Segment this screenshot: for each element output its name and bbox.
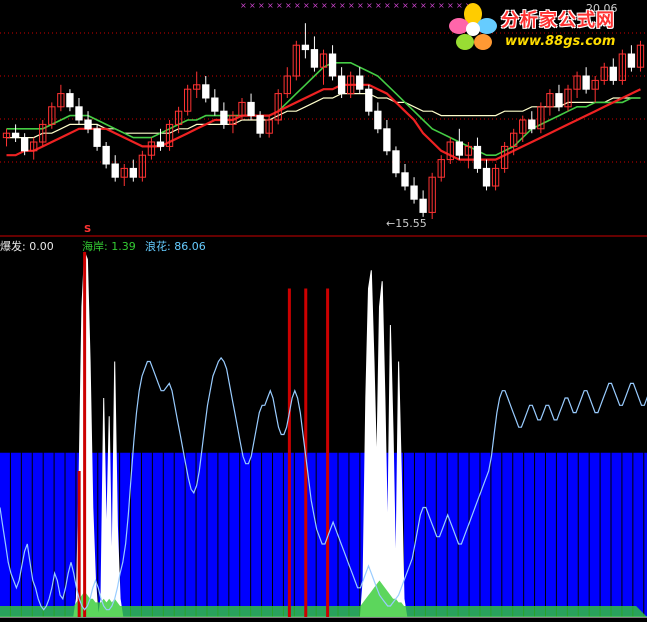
haian-bar <box>535 452 545 617</box>
logo-name: 分析家公式网 <box>501 10 615 31</box>
haian-bar <box>502 452 513 617</box>
haian-bar <box>10 452 21 617</box>
site-logo: 分析家公式网 www.88gs.com <box>445 2 645 54</box>
haian-label: 海岸: 1.39 <box>82 240 136 253</box>
haian-bar <box>567 452 578 617</box>
haian-bar <box>272 452 283 617</box>
haian-bar <box>131 452 141 617</box>
haian-bar <box>556 452 567 617</box>
haian-bar <box>174 452 185 617</box>
haian-bars <box>0 452 647 617</box>
haian-bar <box>338 452 349 617</box>
haian-bar <box>633 452 644 617</box>
haian-bar <box>600 452 611 617</box>
haian-bar <box>436 452 447 617</box>
haian-bar <box>458 452 469 617</box>
logo-url: www.88gs.com <box>505 34 616 49</box>
signal-bar <box>83 252 87 617</box>
haian-bar <box>349 452 360 617</box>
chart-window: ×××××××××××××××××××××××××× 20.06 ←15.55 … <box>0 0 647 622</box>
burst-label: 爆发: 0.00 <box>0 240 54 253</box>
haian-bar <box>163 452 174 617</box>
haian-bar <box>240 452 251 617</box>
haian-bar <box>480 452 491 617</box>
haian-bar <box>425 452 436 617</box>
haian-bar <box>578 452 589 617</box>
haian-bar <box>120 452 131 617</box>
low-price-label: ←15.55 <box>386 217 427 230</box>
haian-bar <box>218 452 229 617</box>
haian-bar <box>491 452 502 617</box>
langhua-label: 浪花: 86.06 <box>145 240 206 253</box>
haian-bar <box>447 452 458 617</box>
haian-bar <box>185 452 196 617</box>
haian-bar <box>229 452 240 617</box>
signal-bar <box>326 288 330 617</box>
haian-bar <box>513 452 524 617</box>
haian-bar <box>207 452 218 617</box>
haian-bar <box>32 452 43 617</box>
haian-bar <box>152 452 163 617</box>
haian-bar <box>622 452 633 617</box>
indicator-chart <box>0 251 647 618</box>
haian-bar <box>524 452 535 617</box>
haian-bar <box>469 452 480 617</box>
flower-icon <box>449 3 497 50</box>
signal-mark: S <box>84 224 92 235</box>
haian-bar <box>43 452 54 617</box>
haian-bar <box>21 452 32 617</box>
haian-bar <box>404 452 414 617</box>
haian-bar <box>545 452 556 617</box>
haian-bar <box>294 452 305 617</box>
haian-bar <box>141 452 152 617</box>
haian-bar <box>262 452 272 617</box>
haian-bar <box>611 452 622 617</box>
haian-bar <box>251 452 262 617</box>
signal-bar <box>287 288 291 617</box>
haian-bar <box>0 452 10 617</box>
haian-bar <box>589 452 600 617</box>
haian-bar <box>65 452 76 617</box>
